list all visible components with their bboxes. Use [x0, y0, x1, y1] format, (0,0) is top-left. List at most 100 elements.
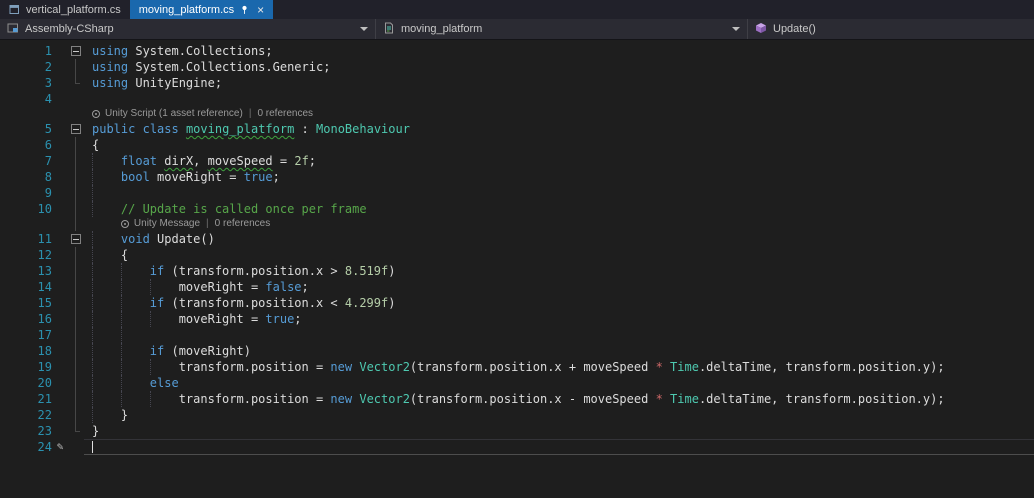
code-token: 4.299f — [344, 296, 389, 310]
code-line-3: 3 using UnityEngine; — [0, 75, 1034, 91]
indent-guide — [120, 375, 122, 391]
line-number[interactable]: 12 — [0, 247, 52, 263]
line-number[interactable]: 15 — [0, 295, 52, 311]
code-text[interactable]: if (transform.position.x < 4.299f) — [84, 295, 1034, 311]
code-text[interactable]: else — [84, 375, 1034, 391]
project-dropdown[interactable]: Assembly-CSharp — [0, 19, 376, 39]
collapse-icon[interactable] — [71, 124, 81, 134]
code-token: 2f — [294, 154, 309, 168]
code-text[interactable]: public class moving_platform : MonoBehav… — [84, 121, 1034, 137]
code-text[interactable]: using System.Collections; — [84, 43, 1034, 59]
code-text[interactable]: // Update is called once per frame — [84, 201, 1034, 217]
code-text[interactable] — [84, 439, 1034, 455]
indent-guide — [149, 391, 151, 407]
indent-guide — [120, 279, 122, 295]
collapse-icon[interactable] — [71, 234, 81, 244]
unity-icon — [92, 110, 100, 118]
indent-guide — [92, 279, 93, 295]
code-text[interactable]: using UnityEngine; — [84, 75, 1034, 91]
code-line-6: 6{ — [0, 137, 1034, 153]
codelens-link[interactable]: 0 references — [257, 107, 313, 121]
code-text[interactable] — [84, 91, 1034, 107]
codelens-link[interactable]: Unity Message — [134, 217, 200, 231]
type-dropdown[interactable]: moving_platform — [376, 19, 748, 39]
code-text[interactable]: float dirX, moveSpeed = 2f; — [84, 153, 1034, 169]
codelens-gutter — [0, 107, 92, 121]
glyph-margin — [52, 407, 68, 423]
line-number[interactable]: 17 — [0, 327, 52, 343]
fold-gutter[interactable] — [68, 43, 84, 59]
code-token: UnityEngine; — [128, 76, 223, 90]
tab-vertical-platform[interactable]: vertical_platform.cs — [0, 0, 130, 19]
line-number[interactable]: 2 — [0, 59, 52, 75]
code-text[interactable]: void Update() — [84, 231, 1034, 247]
code-text[interactable]: { — [84, 137, 1034, 153]
code-token: = — [272, 154, 295, 168]
code-text[interactable]: } — [84, 423, 1034, 439]
code-token: bool — [120, 170, 150, 184]
line-number[interactable]: 21 — [0, 391, 52, 407]
line-number[interactable]: 22 — [0, 407, 52, 423]
indent-guide — [120, 263, 122, 279]
line-number[interactable]: 6 — [0, 137, 52, 153]
code-text[interactable]: bool moveRight = true; — [84, 169, 1034, 185]
project-label: Assembly-CSharp — [25, 23, 114, 35]
glyph-margin — [52, 359, 68, 375]
fold-gutter[interactable] — [68, 121, 84, 137]
chevron-down-icon — [360, 27, 368, 31]
fold-gutter — [68, 201, 84, 217]
glyph-margin — [52, 311, 68, 327]
line-number[interactable]: 8 — [0, 169, 52, 185]
code-text[interactable]: } — [84, 407, 1034, 423]
line-number[interactable]: 7 — [0, 153, 52, 169]
fold-gutter[interactable] — [68, 231, 84, 247]
code-text[interactable]: using System.Collections.Generic; — [84, 59, 1034, 75]
code-text[interactable] — [84, 327, 1034, 343]
codelens-link[interactable]: Unity Script (1 asset reference) — [105, 107, 243, 121]
line-number[interactable]: 16 — [0, 311, 52, 327]
edit-pen-icon: ✎ — [56, 440, 64, 453]
line-number[interactable]: 23 — [0, 423, 52, 439]
line-number[interactable]: 3 — [0, 75, 52, 91]
line-number[interactable]: 10 — [0, 201, 52, 217]
code-text[interactable]: moveRight = true; — [84, 311, 1034, 327]
tab-moving-platform[interactable]: moving_platform.cs × — [129, 0, 274, 19]
line-number[interactable]: 13 — [0, 263, 52, 279]
fold-gutter — [68, 263, 84, 279]
line-number[interactable]: 5 — [0, 121, 52, 137]
line-number[interactable]: 14 — [0, 279, 52, 295]
line-number[interactable]: 4 — [0, 91, 52, 107]
code-text[interactable]: moveRight = false; — [84, 279, 1034, 295]
line-number[interactable]: 18 — [0, 343, 52, 359]
glyph-margin — [52, 59, 68, 75]
code-text[interactable]: transform.position = new Vector2(transfo… — [84, 391, 1034, 407]
code-token: .deltaTime, transform.position.y); — [698, 392, 945, 406]
code-token: ) — [388, 296, 396, 310]
line-number[interactable]: 24 — [0, 439, 52, 455]
code-token: dirX — [164, 154, 194, 168]
code-token: float — [120, 154, 158, 168]
line-number[interactable]: 9 — [0, 185, 52, 201]
indent-guide — [149, 279, 151, 295]
code-token: moveSpeed — [207, 154, 273, 168]
code-text[interactable]: if (transform.position.x > 8.519f) — [84, 263, 1034, 279]
line-number[interactable]: 11 — [0, 231, 52, 247]
code-text[interactable]: transform.position = new Vector2(transfo… — [84, 359, 1034, 375]
member-dropdown[interactable]: Update() — [748, 19, 1034, 39]
code-area: 1 using System.Collections; 2 using System.… — [0, 43, 1034, 455]
codelens-link[interactable]: 0 references — [215, 217, 271, 231]
unity-script-icon — [383, 22, 395, 37]
collapse-icon[interactable] — [71, 46, 81, 56]
line-number[interactable]: 19 — [0, 359, 52, 375]
code-line-10: 10 // Update is called once per frame — [0, 201, 1034, 217]
code-token: transform.position = — [92, 360, 331, 374]
code-text[interactable]: { — [84, 247, 1034, 263]
fold-gutter — [68, 439, 84, 455]
pin-icon[interactable] — [240, 5, 249, 15]
code-text[interactable] — [84, 185, 1034, 201]
code-text[interactable]: if (moveRight) — [84, 343, 1034, 359]
close-icon[interactable]: × — [257, 4, 264, 16]
line-number[interactable]: 20 — [0, 375, 52, 391]
line-number[interactable]: 1 — [0, 43, 52, 59]
